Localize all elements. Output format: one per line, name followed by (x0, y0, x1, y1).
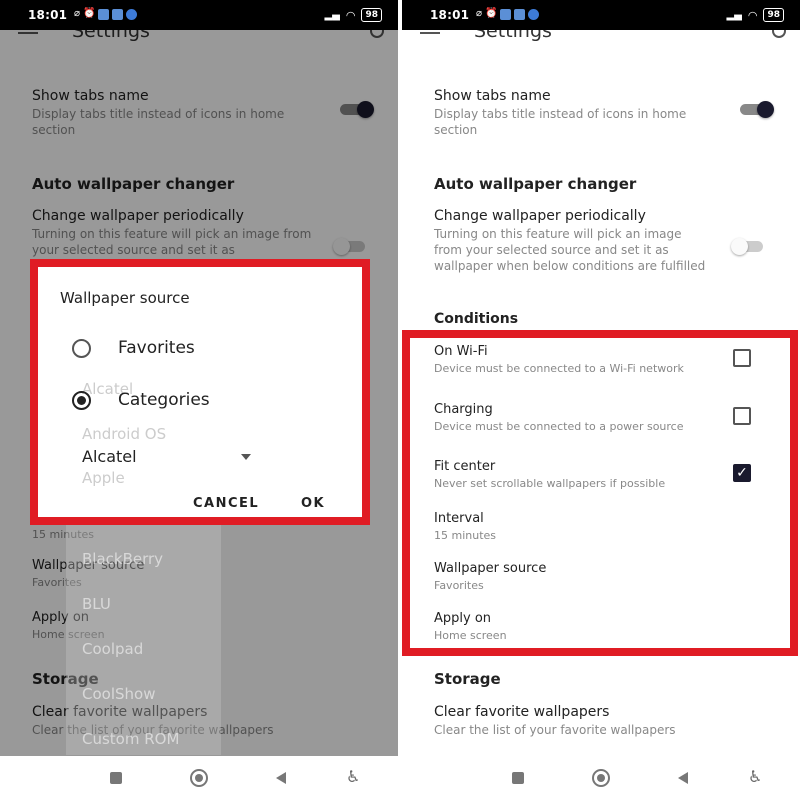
wifi-icon: ◠ (747, 8, 758, 22)
app-bar: Settings (402, 30, 800, 44)
setting-title: Change wallpaper periodically (434, 208, 646, 224)
setting-clear-favorites[interactable]: Clear favorite wallpapers Clear the list… (434, 704, 770, 738)
list-item[interactable]: Apple (82, 469, 125, 487)
radio-option-favorites[interactable]: Favorites (72, 338, 195, 358)
accessibility-icon[interactable]: ♿ (748, 767, 762, 786)
list-item[interactable]: CoolShow (82, 685, 155, 703)
settings-list: Show tabs name Display tabs title instea… (402, 44, 800, 756)
setting-desc: Device must be connected to a Wi-Fi netw… (434, 362, 684, 375)
setting-desc: Display tabs title instead of icons in h… (434, 107, 687, 137)
list-item[interactable]: Android OS (82, 425, 166, 443)
status-bar: 18:01 ⌀ ⏰ ▂▄ ◠ 98 (402, 0, 800, 30)
radio-unchecked-icon[interactable] (72, 338, 91, 358)
menu-icon[interactable] (420, 30, 440, 34)
setting-change-periodically[interactable]: Change wallpaper periodically Turning on… (434, 208, 770, 274)
setting-title: Clear favorite wallpapers (434, 704, 610, 720)
charging-checkbox[interactable] (733, 407, 751, 425)
fit-center-checkbox[interactable]: ✓ (733, 464, 751, 482)
messenger-icon (126, 8, 138, 20)
setting-title: Wallpaper source (434, 561, 547, 576)
list-item[interactable]: BLU (82, 595, 111, 613)
list-item[interactable]: BlackBerry (82, 550, 163, 568)
list-item[interactable]: Coolpad (82, 640, 143, 658)
change-periodically-switch[interactable] (731, 238, 767, 255)
ok-button[interactable]: OK (301, 496, 325, 511)
notification-icons: ⌀ ⏰ (476, 7, 540, 21)
setting-title: Apply on (434, 611, 492, 626)
setting-fit-center[interactable]: Fit center Never set scrollable wallpape… (434, 458, 760, 492)
navigation-bar: ♿ (0, 756, 398, 800)
back-button[interactable] (276, 772, 286, 784)
app-notification-icon (514, 8, 526, 20)
wallpaper-source-dialog: Wallpaper source Favorites Alcatel Categ… (30, 259, 370, 525)
mute-icon: ⌀ (74, 8, 81, 19)
left-screen: 18:01 ⌀ ⏰ ▂▄ ◠ 98 Settings Show tabs nam… (0, 0, 398, 800)
setting-desc: Device must be connected to a power sour… (434, 420, 684, 433)
app-notification-icon (98, 8, 110, 20)
show-tabs-switch[interactable] (738, 101, 774, 118)
mute-icon: ⌀ (476, 8, 483, 19)
category-select[interactable]: Alcatel (82, 447, 137, 466)
setting-wallpaper-source[interactable]: Wallpaper source Favorites (434, 560, 760, 594)
notification-icons: ⌀ ⏰ (74, 7, 138, 21)
messenger-icon (528, 8, 540, 20)
setting-title: Interval (434, 511, 484, 526)
setting-on-wifi[interactable]: On Wi-Fi Device must be connected to a W… (434, 343, 760, 377)
page-title: Settings (474, 30, 552, 42)
section-conditions: Conditions (434, 311, 519, 327)
radio-option-categories[interactable]: Categories (72, 390, 210, 410)
signal-icon: ▂▄ (324, 9, 340, 21)
search-icon[interactable] (772, 30, 786, 38)
status-time: 18:01 (28, 8, 68, 22)
setting-interval[interactable]: Interval 15 minutes (434, 510, 760, 544)
setting-title: On Wi-Fi (434, 344, 488, 359)
setting-desc: Never set scrollable wallpapers if possi… (434, 477, 666, 490)
signal-icon: ▂▄ (726, 9, 742, 21)
on-wifi-checkbox[interactable] (733, 349, 751, 367)
alarm-icon: ⏰ (485, 8, 498, 19)
status-bar: 18:01 ⌀ ⏰ ▂▄ ◠ 98 (0, 0, 398, 30)
right-screen: 18:01 ⌀ ⏰ ▂▄ ◠ 98 Settings Show tabs nam… (402, 0, 800, 800)
setting-title: Show tabs name (434, 88, 551, 104)
home-button[interactable] (592, 769, 610, 787)
app-notification-icon (500, 8, 512, 20)
setting-value: 15 minutes (434, 529, 497, 542)
navigation-bar: ♿ (402, 756, 800, 800)
setting-show-tabs[interactable]: Show tabs name Display tabs title instea… (434, 88, 770, 138)
system-icons: ▂▄ ◠ 98 (324, 8, 382, 22)
status-time: 18:01 (430, 8, 470, 22)
system-icons: ▂▄ ◠ 98 (726, 8, 784, 22)
section-storage: Storage (434, 670, 501, 688)
recents-button[interactable] (512, 772, 524, 784)
setting-title: Charging (434, 402, 493, 417)
setting-value: Favorites (434, 579, 484, 592)
alarm-icon: ⏰ (83, 8, 96, 19)
dialog-title: Wallpaper source (60, 289, 190, 307)
wifi-icon: ◠ (345, 8, 356, 22)
list-item[interactable]: Custom ROM (82, 730, 179, 748)
setting-charging[interactable]: Charging Device must be connected to a p… (434, 401, 760, 435)
back-button[interactable] (678, 772, 688, 784)
recents-button[interactable] (110, 772, 122, 784)
battery-icon: 98 (361, 8, 382, 22)
setting-apply-on[interactable]: Apply on Home screen (434, 610, 760, 644)
radio-label: Favorites (118, 338, 195, 358)
setting-desc: Turning on this feature will pick an ima… (434, 227, 706, 273)
cancel-button[interactable]: CANCEL (193, 496, 259, 511)
radio-label: Categories (118, 390, 210, 410)
home-button[interactable] (190, 769, 208, 787)
setting-value: Home screen (434, 629, 507, 642)
conditions-highlight: On Wi-Fi Device must be connected to a W… (402, 330, 798, 656)
setting-desc: Clear the list of your favorite wallpape… (434, 723, 676, 737)
battery-icon: 98 (763, 8, 784, 22)
setting-title: Fit center (434, 459, 496, 474)
section-auto-wallpaper: Auto wallpaper changer (434, 175, 637, 193)
radio-checked-icon[interactable] (72, 390, 91, 410)
dropdown-arrow-icon[interactable] (241, 454, 251, 460)
accessibility-icon[interactable]: ♿ (346, 767, 360, 786)
app-notification-icon (112, 8, 124, 20)
